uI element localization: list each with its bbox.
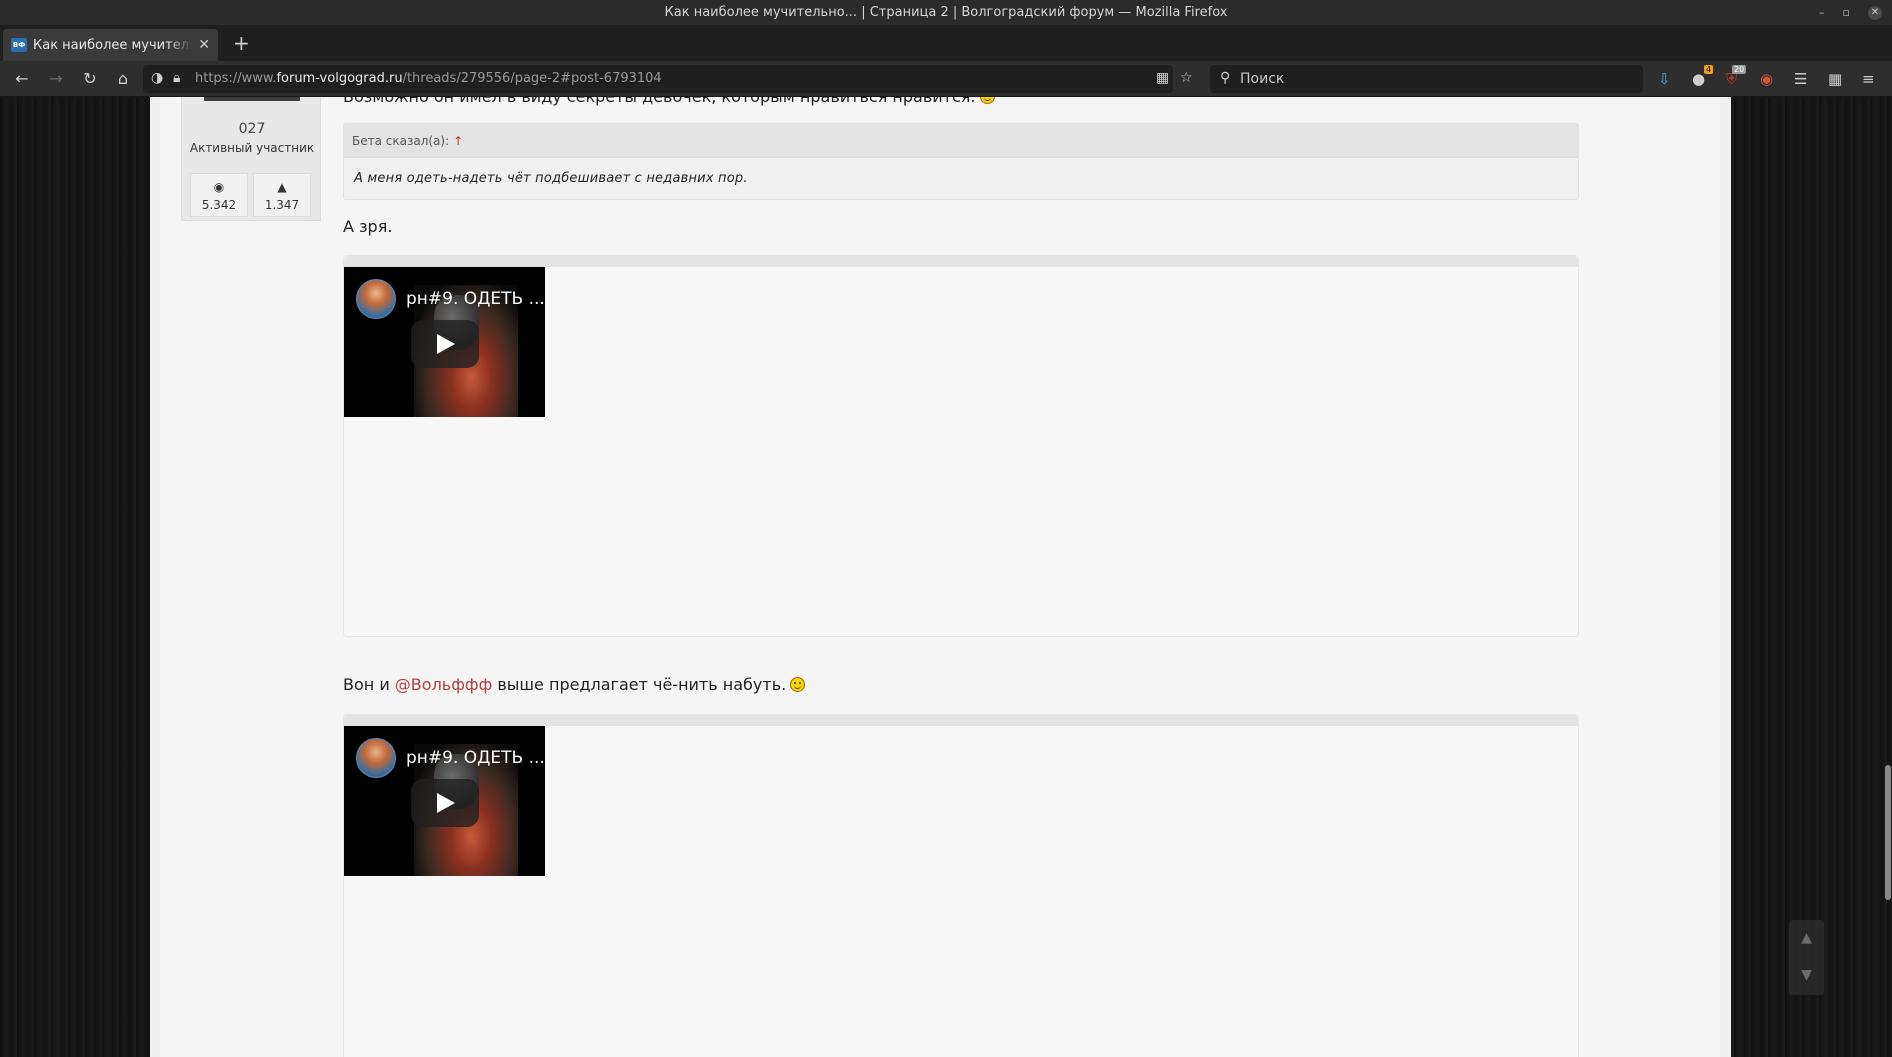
likes-count: 1.347 [264, 198, 300, 212]
embed-header [344, 715, 1578, 726]
embed-header [344, 256, 1578, 267]
search-icon: ⚲ [1220, 70, 1231, 86]
user-id-label: 027 [238, 121, 266, 137]
video-embed-1: рн#9. ОДЕТЬ ... [343, 255, 1579, 637]
post-text-line: Возможно он имел в виду секреты девочек,… [343, 97, 995, 106]
reload-icon[interactable]: ↻ [80, 69, 100, 89]
comments-icon: ◉ [213, 180, 225, 194]
user-info-box: 027 Активный участник ◉ 5.342 ▲ 1.347 [181, 97, 321, 221]
tab-active[interactable]: ВФ Как наиболее мучительно ✕ [3, 29, 218, 61]
user-rank: Активный участник [189, 141, 315, 155]
video-title[interactable]: рн#9. ОДЕТЬ ... [406, 748, 545, 768]
site-favicon-icon: ВФ [11, 38, 27, 52]
hamburger-menu-icon[interactable]: ≡ [1862, 70, 1875, 88]
download-icon[interactable]: ⇩ [1658, 70, 1671, 88]
window-titlebar: Как наиболее мучительно... | Страница 2 … [0, 0, 1892, 25]
page-content: 027 Активный участник ◉ 5.342 ▲ 1.347 Во… [160, 97, 1720, 1057]
extension-b-badge: 20 [1732, 65, 1747, 74]
minimize-icon[interactable]: – [1819, 7, 1825, 18]
equalizer-icon[interactable]: ☰ [1794, 70, 1807, 88]
smile-icon [790, 677, 806, 692]
messages-count: 5.342 [201, 198, 237, 212]
play-button[interactable] [411, 779, 479, 827]
page-viewport: 027 Активный участник ◉ 5.342 ▲ 1.347 Во… [0, 97, 1892, 1057]
tracking-protection-icon[interactable]: ◑ [151, 70, 163, 86]
close-window-icon[interactable]: ✕ [1868, 5, 1882, 20]
thumbs-up-icon: ▲ [277, 180, 287, 194]
page-scrollbar[interactable] [1884, 97, 1892, 1057]
user-mention-link[interactable]: @Вольффф [395, 675, 492, 694]
scroll-up-button[interactable]: ▲ [1789, 920, 1824, 957]
search-input[interactable]: Поиск [1240, 71, 1284, 87]
quote-text: А меня одеть-надеть чёт подбешивает с не… [354, 171, 748, 186]
lock-icon[interactable]: 🔒︎ [173, 70, 180, 86]
reply-text-1: А зря. [343, 217, 393, 236]
navigation-toolbar: ← → ↻ ⌂ ◑ 🔒︎ https://www.forum-volgograd… [0, 61, 1892, 97]
quote-header: Бета сказал(а): ↑ [344, 124, 1578, 158]
window-controls: – ▫ ✕ [1819, 0, 1882, 25]
forward-arrow-icon[interactable]: → [46, 69, 66, 89]
home-icon[interactable]: ⌂ [113, 69, 133, 89]
quote-block: Бета сказал(а): ↑ А меня одеть-надеть чёт… [343, 123, 1579, 200]
tab-title: Как наиболее мучительно [33, 37, 192, 53]
scroll-down-button[interactable]: ▼ [1789, 957, 1824, 994]
bookmark-star-icon[interactable]: ☆ [1180, 70, 1193, 86]
search-bar[interactable]: ⚲ Поиск [1210, 65, 1643, 93]
url-domain: forum-volgograd.ru [276, 71, 403, 86]
avatar[interactable] [204, 97, 300, 101]
youtube-player-1[interactable]: рн#9. ОДЕТЬ ... [344, 267, 545, 417]
scroll-controls: ▲ ▼ [1789, 920, 1824, 995]
back-arrow-icon[interactable]: ← [12, 69, 32, 89]
channel-avatar[interactable] [356, 279, 396, 319]
quote-author: Бета сказал(а): [352, 134, 450, 148]
smile-icon [979, 97, 995, 104]
new-tab-button[interactable]: + [233, 31, 250, 55]
extension-c-icon[interactable]: ◉ [1760, 70, 1773, 88]
extensions-grid-icon[interactable]: ▦ [1828, 70, 1842, 88]
tab-close-icon[interactable]: ✕ [198, 37, 210, 53]
window-title: Как наиболее мучительно... | Страница 2 … [664, 5, 1228, 20]
likes-stat[interactable]: ▲ 1.347 [253, 173, 311, 217]
messages-stat[interactable]: ◉ 5.342 [190, 173, 248, 217]
reply-text-2: Вон и @Вольффф выше предлагает чё-нить н… [343, 675, 806, 694]
address-bar[interactable]: ◑ 🔒︎ https://www.forum-volgograd.ru/thre… [143, 65, 1193, 93]
restore-icon[interactable]: ▫ [1843, 7, 1850, 18]
channel-avatar[interactable] [356, 738, 396, 778]
video-title[interactable]: рн#9. ОДЕТЬ ... [406, 289, 545, 309]
quote-jump-arrow-icon[interactable]: ↑ [453, 134, 463, 148]
video-embed-2: рн#9. ОДЕТЬ ... [343, 714, 1579, 1057]
forum-page: 027 Активный участник ◉ 5.342 ▲ 1.347 Во… [150, 97, 1731, 1057]
scrollbar-thumb[interactable] [1885, 765, 1891, 900]
play-button[interactable] [411, 320, 479, 368]
tab-bar: ВФ Как наиболее мучительно ✕ + [0, 25, 1892, 61]
url-text[interactable]: https://www.forum-volgograd.ru/threads/2… [195, 71, 662, 86]
extension-a-badge: 4 [1704, 65, 1714, 74]
qr-code-icon[interactable]: ▦ [1156, 70, 1169, 86]
youtube-player-2[interactable]: рн#9. ОДЕТЬ ... [344, 726, 545, 876]
